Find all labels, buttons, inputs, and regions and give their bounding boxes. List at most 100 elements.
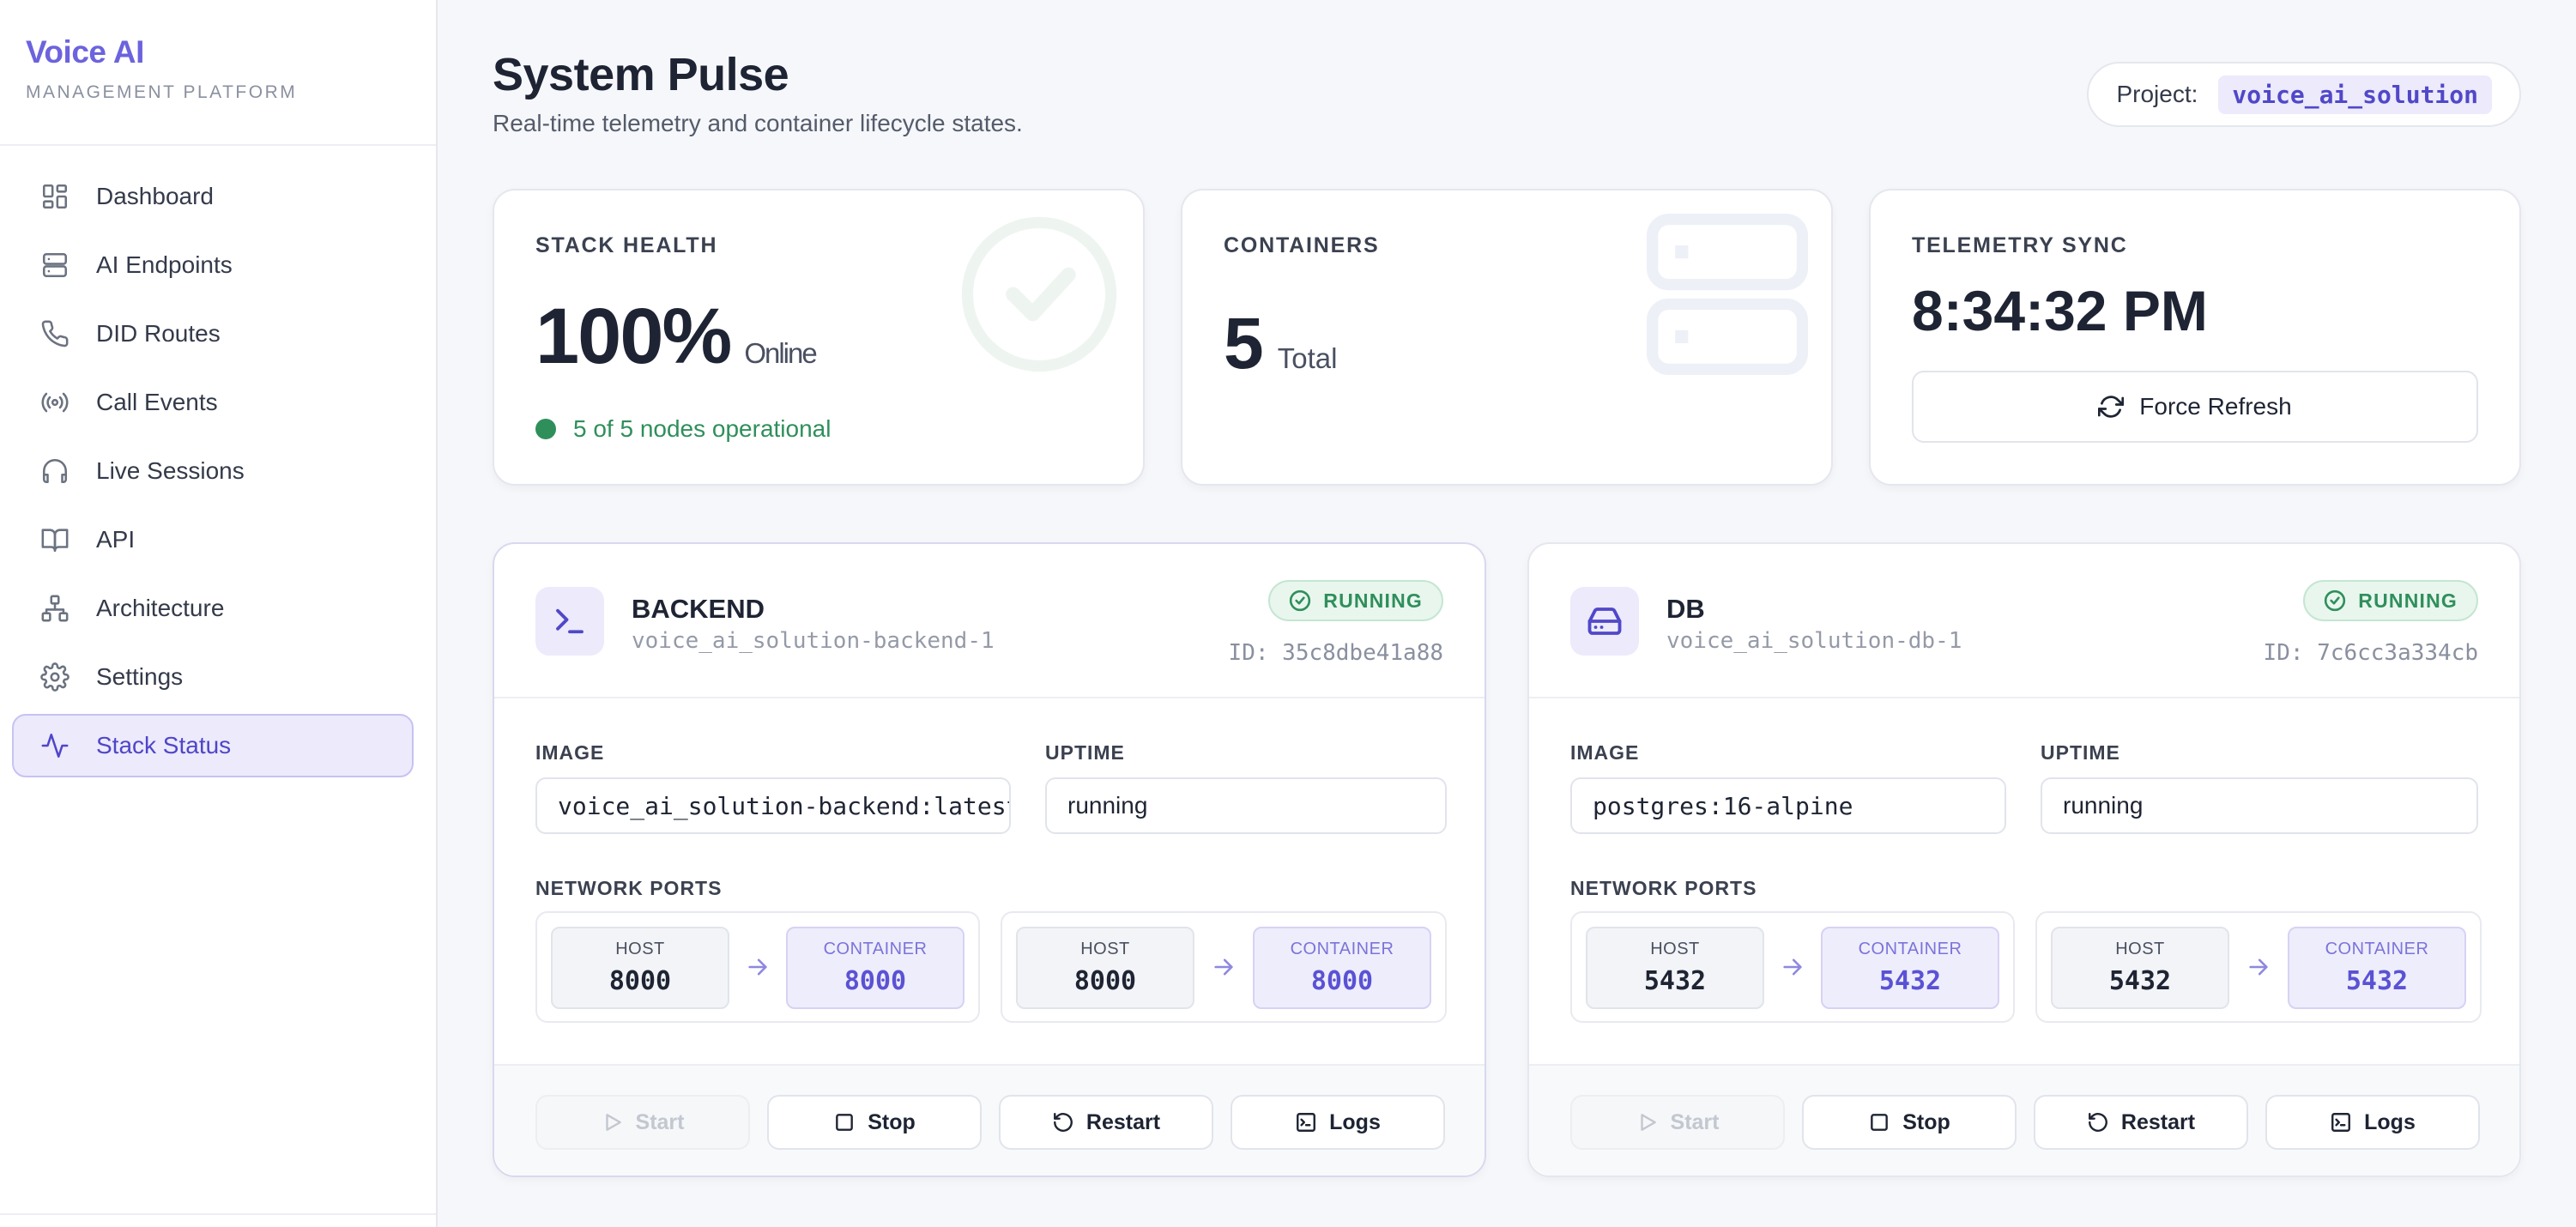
start-button[interactable]: Start bbox=[535, 1095, 750, 1150]
host-port-value: 8000 bbox=[1073, 966, 1137, 996]
host-port-label: HOST bbox=[1080, 940, 1130, 958]
server-icon bbox=[1646, 213, 1809, 376]
stop-icon bbox=[836, 1114, 854, 1131]
sidebar-item-api[interactable]: API bbox=[12, 508, 414, 571]
play-icon bbox=[1640, 1114, 1656, 1131]
server-icon bbox=[39, 250, 70, 281]
sidebar-item-label: AI Endpoints bbox=[96, 251, 233, 278]
hard-drive-icon bbox=[1570, 587, 1639, 656]
project-label: Project: bbox=[2116, 81, 2198, 107]
container-actions: Start Stop Restart Logs bbox=[494, 1064, 1485, 1176]
restart-label: Restart bbox=[1085, 1109, 1161, 1134]
container-full-name: voice_ai_solution-db-1 bbox=[1666, 628, 1962, 654]
containers-value: 5 bbox=[1224, 303, 1264, 384]
sidebar-item-stack-status[interactable]: Stack Status bbox=[12, 714, 414, 777]
stop-button[interactable]: Stop bbox=[767, 1095, 982, 1150]
activity-icon bbox=[39, 730, 70, 761]
restart-label: Restart bbox=[2120, 1109, 2196, 1134]
refresh-icon bbox=[2098, 396, 2125, 418]
container-port-value: 8000 bbox=[844, 966, 907, 996]
dashboard-icon bbox=[39, 181, 70, 212]
project-selector[interactable]: Project: voice_ai_solution bbox=[2087, 62, 2521, 127]
terminal-icon bbox=[535, 587, 604, 656]
phone-icon bbox=[39, 318, 70, 349]
force-refresh-button[interactable]: Force Refresh bbox=[1912, 371, 2478, 443]
brand-subtitle: MANAGEMENT PLATFORM bbox=[26, 82, 298, 102]
stack-health-card: STACK HEALTH 100% Online 5 of 5 nodes ope… bbox=[493, 189, 1145, 486]
start-button[interactable]: Start bbox=[1570, 1095, 1785, 1150]
sidebar-item-label: Dashboard bbox=[96, 183, 214, 209]
containers-value-row: 5 Total bbox=[1224, 302, 1337, 385]
container-card-db: DB voice_ai_solution-db-1 RUNNING ID: 7c… bbox=[1527, 542, 2521, 1177]
network-ports-label: NETWORK PORTS bbox=[535, 877, 723, 899]
rotate-icon bbox=[2088, 1113, 2107, 1132]
telemetry-time: 8:34:32 PM bbox=[1912, 279, 2208, 342]
sidebar-item-live-sessions[interactable]: Live Sessions bbox=[12, 439, 414, 503]
container-port: CONTAINER 5432 bbox=[2288, 927, 2466, 1009]
logs-label: Logs bbox=[1329, 1109, 1381, 1134]
containers-unit: Total bbox=[1277, 342, 1338, 374]
host-port: HOST 5432 bbox=[1586, 927, 1764, 1009]
status-dot bbox=[535, 419, 556, 439]
container-port-value: 8000 bbox=[1310, 966, 1374, 996]
image-label: IMAGE bbox=[1570, 741, 1640, 764]
force-refresh-label: Force Refresh bbox=[2139, 393, 2292, 420]
check-circle-icon bbox=[2325, 589, 2346, 612]
nodes-status-text: 5 of 5 nodes operational bbox=[573, 415, 831, 442]
check-circle-icon bbox=[961, 216, 1117, 372]
host-port: HOST 5432 bbox=[2051, 927, 2229, 1009]
sidebar-item-label: DID Routes bbox=[96, 320, 221, 347]
container-port-label: CONTAINER bbox=[2325, 940, 2429, 958]
logs-button[interactable]: Logs bbox=[2265, 1095, 2480, 1150]
port-mapping: HOST 8000 CONTAINER 8000 bbox=[1001, 911, 1447, 1023]
port-mapping: HOST 5432 CONTAINER 5432 bbox=[1570, 911, 2015, 1023]
broadcast-icon bbox=[39, 387, 70, 418]
status-badge-text: RUNNING bbox=[2358, 589, 2458, 612]
container-port: CONTAINER 8000 bbox=[786, 927, 964, 1009]
sidebar-item-label: API bbox=[96, 526, 136, 553]
telemetry-card: TELEMETRY SYNC 8:34:32 PM Force Refresh bbox=[1869, 189, 2521, 486]
sidebar-item-architecture[interactable]: Architecture bbox=[12, 577, 414, 640]
image-field: postgres:16-alpine bbox=[1570, 777, 2006, 834]
status-badge: RUNNING bbox=[1268, 580, 1443, 621]
container-name: DB bbox=[1666, 594, 1705, 624]
host-port-label: HOST bbox=[1650, 940, 1700, 958]
sidebar-item-label: Stack Status bbox=[96, 732, 232, 759]
check-circle-icon bbox=[1290, 589, 1311, 612]
container-port: CONTAINER 5432 bbox=[1821, 927, 1999, 1009]
stop-icon bbox=[1871, 1114, 1889, 1131]
restart-button[interactable]: Restart bbox=[999, 1095, 1213, 1150]
container-actions: Start Stop Restart Logs bbox=[1529, 1064, 2519, 1176]
arrow-right-icon bbox=[1781, 955, 1805, 979]
image-label: IMAGE bbox=[535, 741, 605, 764]
host-port: HOST 8000 bbox=[551, 927, 729, 1009]
sidebar-item-label: Live Sessions bbox=[96, 457, 245, 484]
page-title: System Pulse bbox=[493, 49, 789, 100]
logs-button[interactable]: Logs bbox=[1231, 1095, 1445, 1150]
nodes-status: 5 of 5 nodes operational bbox=[535, 415, 831, 443]
restart-button[interactable]: Restart bbox=[2034, 1095, 2248, 1150]
host-port-label: HOST bbox=[2115, 940, 2165, 958]
page-subtitle: Real-time telemetry and container lifecy… bbox=[493, 110, 1023, 136]
rotate-icon bbox=[1053, 1113, 1073, 1132]
image-field: voice_ai_solution-backend:latest bbox=[535, 777, 1011, 834]
play-icon bbox=[605, 1114, 621, 1131]
uptime-field: running bbox=[1045, 777, 1447, 834]
sidebar-item-ai-endpoints[interactable]: AI Endpoints bbox=[12, 233, 414, 297]
brand-title: Voice AI bbox=[26, 34, 144, 70]
stop-button[interactable]: Stop bbox=[1802, 1095, 2017, 1150]
start-label: Start bbox=[1670, 1109, 1720, 1134]
sidebar-item-dashboard[interactable]: Dashboard bbox=[12, 165, 414, 228]
host-port: HOST 8000 bbox=[1016, 927, 1194, 1009]
uptime-label: UPTIME bbox=[2041, 741, 2120, 764]
stat-label: TELEMETRY SYNC bbox=[1912, 233, 2128, 257]
container-port-value: 5432 bbox=[1878, 966, 1942, 996]
sidebar-item-settings[interactable]: Settings bbox=[12, 645, 414, 709]
container-port: CONTAINER 8000 bbox=[1253, 927, 1431, 1009]
sidebar-item-call-events[interactable]: Call Events bbox=[12, 371, 414, 434]
sidebar-item-label: Call Events bbox=[96, 389, 218, 415]
sidebar-item-did-routes[interactable]: DID Routes bbox=[12, 302, 414, 366]
container-full-name: voice_ai_solution-backend-1 bbox=[632, 628, 995, 654]
logs-icon bbox=[1297, 1113, 1316, 1132]
container-port-label: CONTAINER bbox=[1858, 940, 1962, 958]
